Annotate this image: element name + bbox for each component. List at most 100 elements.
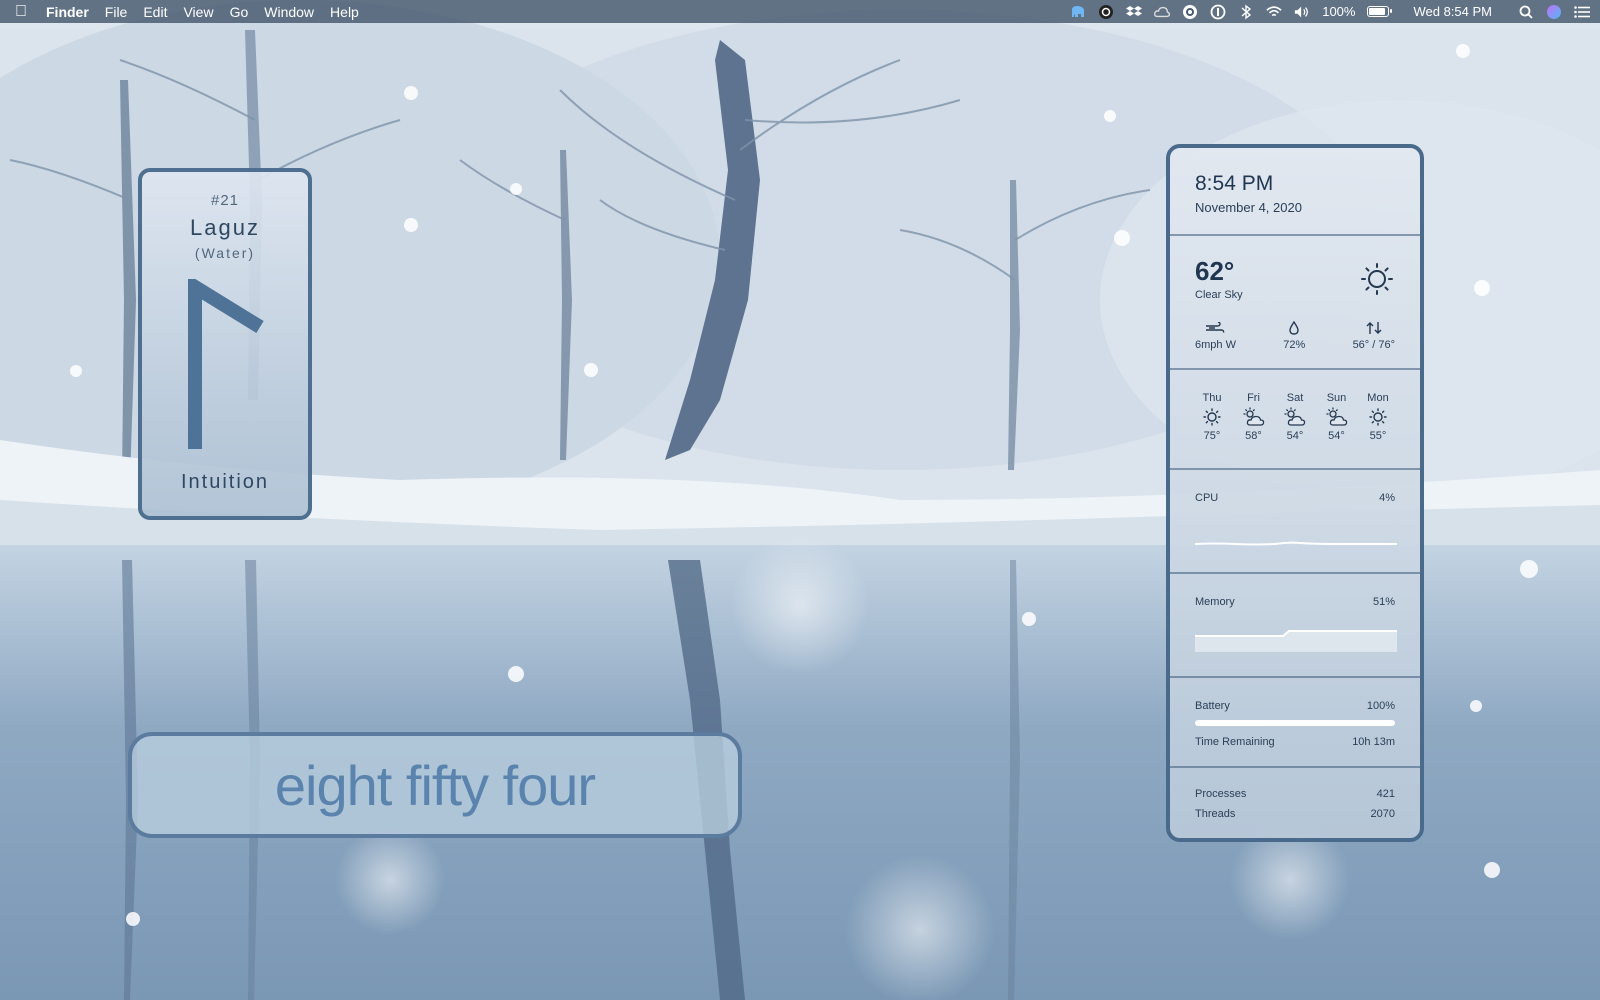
humidity-item: 72% [1283,319,1305,351]
forecast-day: Mon 55° [1361,392,1395,442]
word-clock-text: eight fifty four [274,753,596,817]
sun-icon [1361,263,1393,295]
partly-cloudy-icon [1237,406,1271,428]
rune-widget: #21 Laguz (Water) Intuition [138,168,312,520]
forecast-day-label: Sat [1286,392,1304,404]
laguz-rune-icon [188,279,264,449]
partly-cloudy-icon [1320,406,1354,428]
panel-date: November 4, 2020 [1195,200,1302,215]
snowflake [1484,862,1500,878]
menu-go[interactable]: Go [230,4,249,20]
memory-section: Memory 51% [1170,574,1420,678]
snowflake [70,365,82,377]
battery-icon[interactable] [1367,6,1393,17]
humidity-value: 72% [1283,339,1306,351]
memory-graph [1195,630,1397,652]
menu-clock[interactable]: Wed 8:54 PM [1413,4,1492,19]
wifi-icon[interactable] [1266,4,1282,20]
forecast-day-temp: 75° [1203,430,1221,442]
volume-icon[interactable] [1294,4,1310,20]
creative-cloud-icon[interactable] [1182,4,1198,20]
snowflake [1104,110,1116,122]
battery-percent[interactable]: 100% [1322,4,1355,19]
threads-label: Threads [1195,808,1236,820]
forecast-day-temp: 58° [1245,430,1262,442]
snowflake [510,183,522,195]
cpu-label: CPU [1195,492,1219,504]
forecast-day-temp: 55° [1369,430,1387,442]
camera-icon[interactable] [1098,4,1114,20]
rune-meaning: Intuition [180,471,270,493]
forecast-row: Thu 75° Fri 58° Sat 54° Sun 54° Mon 55° [1195,392,1395,442]
info-panel: 8:54 PM November 4, 2020 62° Clear Sky 6… [1166,144,1424,842]
temp-range-value: 56° / 76° [1352,339,1395,351]
temp-range-item: 56° / 76° [1353,319,1395,351]
weather-section: 62° Clear Sky 6mph W 72% 56° / 76° [1170,236,1420,370]
snowflake [508,666,524,682]
cloud-icon[interactable] [1154,4,1171,20]
cpu-value: 4% [1379,492,1395,504]
elephant-icon[interactable] [1070,4,1086,20]
forecast-day-temp: 54° [1286,430,1304,442]
high-low-arrows-icon [1366,322,1382,334]
notification-center-icon[interactable] [1574,4,1590,20]
droplet-icon [1289,321,1299,335]
snowflake [404,218,418,232]
forecast-day: Sun 54° [1320,392,1354,442]
snowflake [1022,612,1036,626]
wind-item: 6mph W [1195,319,1236,351]
process-section: Processes 421 Threads 2070 [1170,768,1420,838]
apple-menu-icon[interactable]:  [10,3,32,21]
menu-view[interactable]: View [183,4,213,20]
partly-cloudy-icon [1278,406,1312,428]
forecast-day-label: Sun [1326,392,1347,404]
spotlight-search-icon[interactable] [1518,4,1534,20]
memory-value: 51% [1372,596,1395,608]
siri-icon[interactable] [1546,4,1562,20]
rune-name: Laguz [190,215,260,240]
forecast-day: Fri 58° [1237,392,1271,442]
word-clock-widget: eight fifty four [128,732,742,838]
sun-icon [1195,406,1229,428]
wind-value: 6mph W [1195,339,1236,351]
app-menu-finder[interactable]: Finder [46,4,89,20]
battery-section: Battery 100% Time Remaining 10h 13m [1170,678,1420,768]
cpu-graph [1195,541,1397,546]
battery-bar [1195,720,1395,726]
forecast-day-label: Thu [1202,392,1222,404]
rune-element: (Water) [194,245,256,261]
forecast-day-label: Mon [1367,392,1389,404]
snowflake [1474,280,1490,296]
forecast-day-label: Fri [1247,392,1260,404]
battery-label: Battery [1195,700,1230,712]
time-remaining-label: Time Remaining [1195,736,1275,748]
snowflake [1520,560,1538,578]
dropbox-icon[interactable] [1126,4,1143,20]
wind-icon [1206,322,1225,333]
memory-label: Memory [1195,596,1235,608]
menu-window[interactable]: Window [264,4,314,20]
clock-section: 8:54 PM November 4, 2020 [1170,148,1420,236]
sun-icon [1361,406,1395,428]
snowflake [1456,44,1470,58]
rune-number: #21 [210,192,240,209]
menu-file[interactable]: File [105,4,128,20]
weather-details: 6mph W 72% 56° / 76° [1195,319,1395,351]
snowflake [404,86,418,100]
processes-value: 421 [1376,788,1395,800]
forecast-day-temp: 54° [1328,430,1345,442]
forecast-day: Thu 75° [1195,392,1229,442]
bluetooth-icon[interactable] [1238,4,1254,20]
threads-value: 2070 [1370,808,1395,820]
cpu-section: CPU 4% [1170,470,1420,574]
onepassword-icon[interactable] [1210,4,1226,20]
snowflake [1114,230,1130,246]
panel-time: 8:54 PM [1195,172,1274,195]
menu-edit[interactable]: Edit [143,4,167,20]
menu-bar:  Finder File Edit View Go Window Help [0,0,1600,23]
forecast-day: Sat 54° [1278,392,1312,442]
menu-help[interactable]: Help [330,4,359,20]
snowflake [1470,700,1482,712]
snowflake [584,363,598,377]
time-remaining-value: 10h 13m [1352,736,1395,748]
